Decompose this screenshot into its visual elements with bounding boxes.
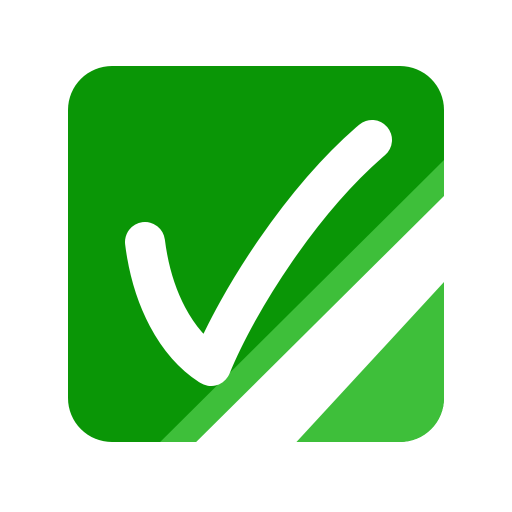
checkbox-checked-icon <box>68 66 444 442</box>
icon-canvas <box>0 0 512 512</box>
